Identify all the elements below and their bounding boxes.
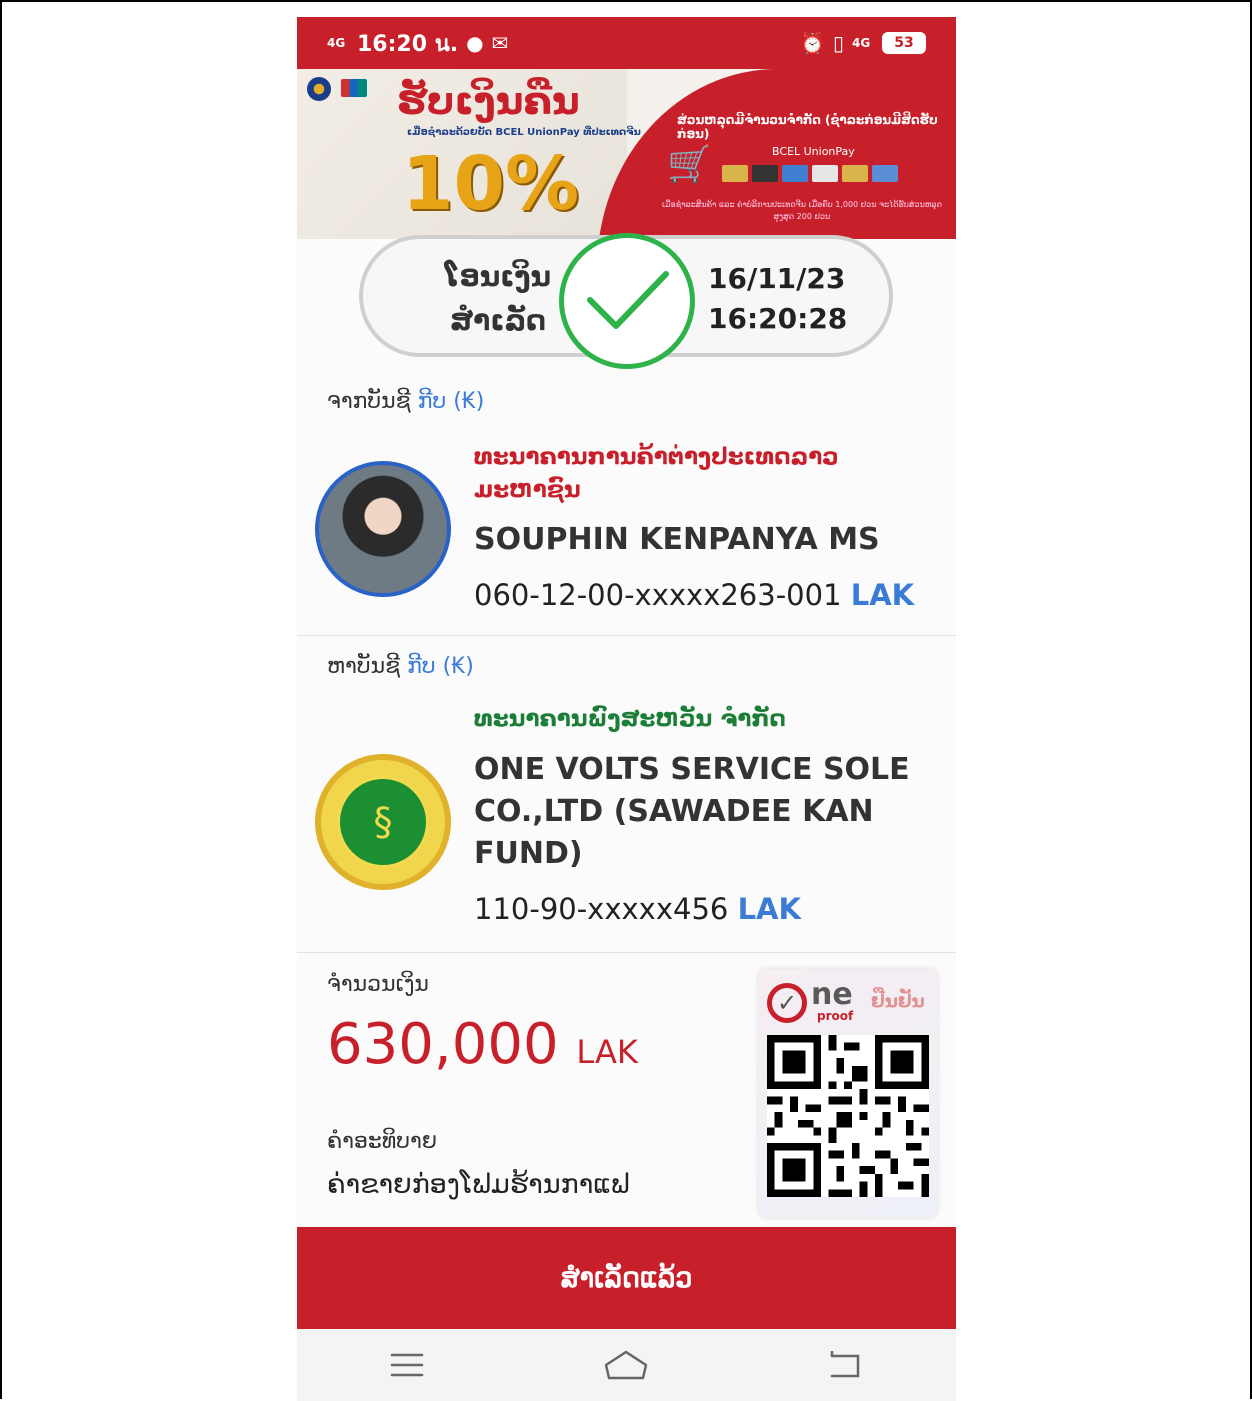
- description-value: ຄ່າຂາຍກ່ອງໂຟມຮ້ານກາແຟ: [327, 1169, 630, 1200]
- description-label: ຄຳອະທິບາຍ: [327, 1129, 437, 1154]
- home-icon[interactable]: [596, 1340, 656, 1390]
- qr-code-icon[interactable]: [767, 1035, 929, 1197]
- amount-label: ຈຳນວນເງິນ: [327, 972, 429, 997]
- sender-avatar: [315, 461, 451, 597]
- alarm-icon: ⏰: [800, 31, 825, 55]
- card-strip: [722, 165, 898, 182]
- status-time: 16:20:28: [708, 302, 848, 335]
- battery-icon: 53: [882, 32, 926, 54]
- sender-account: 060-12-00-xxxxx263-001 LAK: [474, 578, 914, 612]
- clock: 16:20 น.: [357, 31, 459, 57]
- banner-subtitle: ເມື່ອຊຳລະດ້ວຍບັດ BCEL UnionPay ທີ່ປະເທດຈ…: [407, 127, 641, 138]
- proof-confirm: ຢືນຢັນ: [871, 991, 925, 1012]
- divider: [297, 635, 956, 636]
- banner-brand: BCEL UnionPay: [772, 145, 855, 158]
- divider: [297, 952, 956, 953]
- vibrate-icon: ▯: [832, 31, 844, 55]
- from-label-text: ຈາກບັນຊີ: [327, 389, 411, 414]
- to-currency-label: ກີບ (₭): [407, 654, 474, 679]
- network-icon: 4G: [852, 36, 871, 50]
- check-icon: [559, 233, 695, 369]
- from-label: ຈາກບັນຊີ ກີບ (₭): [327, 389, 484, 414]
- receiver-currency: LAK: [737, 892, 801, 926]
- phone-screen: 4G 16:20 น. ● ✉ ⏰ ▯ 4G 53 ຮັບເງິນຄືນ ເມື…: [297, 17, 956, 1401]
- amount-value: 630,000 LAK: [327, 1012, 638, 1077]
- signal-icon: 4G: [327, 36, 346, 50]
- status-left: 4G 16:20 น. ● ✉: [327, 26, 508, 61]
- sender-name: SOUPHIN KENPANYA MS: [474, 522, 880, 557]
- status-line-2: ສຳເລັດ: [450, 304, 546, 337]
- unionpay-logo-icon: [341, 79, 367, 97]
- bcel-logo-icon: [307, 77, 331, 101]
- banner-fine-print: ເມື່ອຊຳລະສິນຄ້າ ແລະ ຄ່າບໍລິການປະເທດຈີນ ເ…: [662, 200, 942, 221]
- receiver-bank: ທະນາຄານພົງສະຫວັນ ຈຳກັດ: [474, 706, 786, 732]
- proof-brand: ne: [811, 977, 853, 1012]
- proof-check-icon: ✓: [767, 983, 807, 1023]
- status-bar: 4G 16:20 น. ● ✉ ⏰ ▯ 4G 53: [297, 17, 956, 69]
- status-right: ⏰ ▯ 4G 53: [800, 31, 926, 55]
- screenshot-frame: 4G 16:20 น. ● ✉ ⏰ ▯ 4G 53 ຮັບເງິນຄືນ ເມື…: [0, 0, 1252, 1401]
- receiver-account: 110-90-xxxxx456 LAK: [474, 892, 801, 926]
- receiver-name: ONE VOLTS SERVICE SOLE CO.,LTD (SAWADEE …: [474, 752, 910, 871]
- receiver-account-number: 110-90-xxxxx456: [474, 892, 729, 926]
- banner-title: ຮັບເງິນຄືນ: [397, 79, 580, 123]
- banner-right-title: ສ່ວນຫລຸດມີຈຳນວນຈຳກັດ (ຊຳລະກ່ອນມີສິດຮັບກ່…: [677, 113, 938, 141]
- sender-currency: LAK: [850, 578, 915, 612]
- bank-emblem-icon: §: [337, 776, 429, 868]
- status-datetime: 16/11/23 16:20:28: [708, 259, 847, 339]
- banner-percent: 10%: [402, 141, 580, 227]
- from-currency-label: ກີບ (₭): [417, 389, 485, 414]
- promo-banner[interactable]: ຮັບເງິນຄືນ ເມື່ອຊຳລະດ້ວຍບັດ BCEL UnionPa…: [297, 69, 956, 239]
- to-label-text: ຫາບັນຊີ: [327, 654, 401, 679]
- one-proof-card[interactable]: ✓ ne proof ຢືນຢັນ: [759, 969, 937, 1217]
- system-nav-bar: [297, 1329, 956, 1401]
- amount-unit: LAK: [576, 1033, 638, 1071]
- line-icon: ●: [466, 31, 484, 55]
- done-button[interactable]: ສຳເລັດແລ້ວ: [297, 1227, 956, 1329]
- amount-number: 630,000: [327, 1012, 559, 1077]
- status-text: ໂອນເງິນ ສຳເລັດ: [423, 255, 573, 343]
- sender-account-number: 060-12-00-xxxxx263-001: [474, 578, 842, 612]
- receiver-bank-logo: §: [315, 754, 451, 890]
- to-label: ຫາບັນຊີ ກີບ (₭): [327, 654, 474, 679]
- menu-icon[interactable]: [377, 1340, 437, 1390]
- proof-sub: proof: [817, 1009, 854, 1023]
- back-icon[interactable]: [816, 1340, 876, 1390]
- mail-icon: ✉: [491, 31, 509, 55]
- status-date: 16/11/23: [708, 262, 846, 295]
- shopping-cart-icon: 🛒: [667, 144, 712, 185]
- sender-bank: ທະນາຄານການຄ້າຕ່າງປະເທດລາວ ມະຫາຊົນ: [474, 444, 839, 503]
- status-line-1: ໂອນເງິນ: [445, 260, 551, 293]
